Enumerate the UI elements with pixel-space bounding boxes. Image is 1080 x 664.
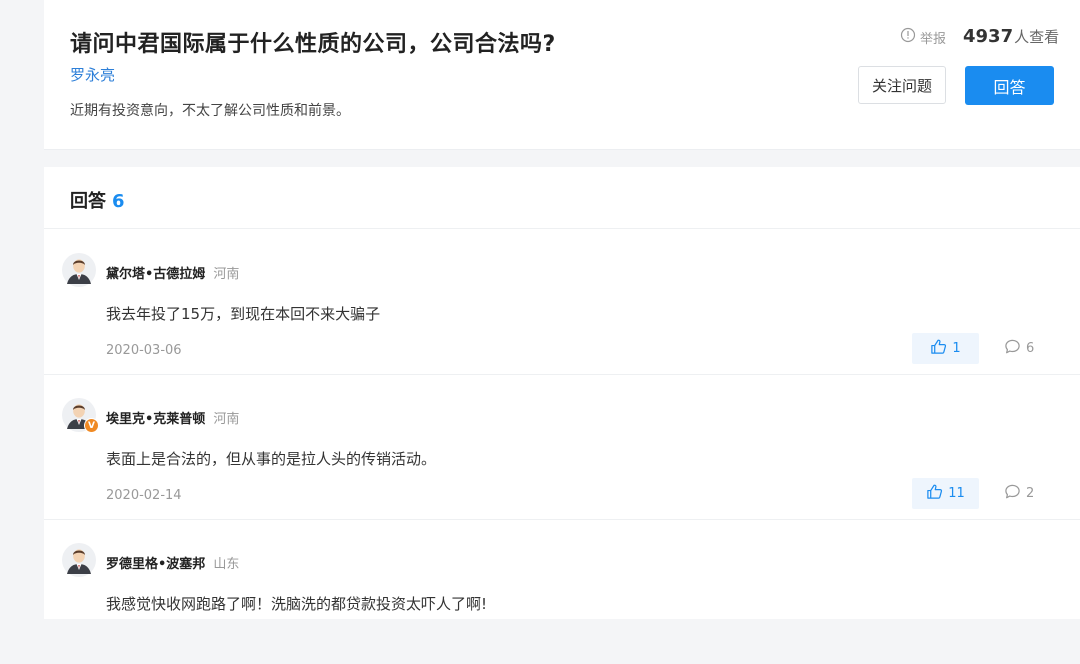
answer-item: 罗德里格•波塞邦 山东 我感觉快收网跑路了啊！洗脑洗的都贷款投资太吓人了啊! <box>44 519 1080 664</box>
answer-author: 罗德里格•波塞邦 山东 <box>106 553 239 572</box>
answer-author-name[interactable]: 罗德里格•波塞邦 <box>106 557 205 572</box>
view-count-number: 4937 <box>963 26 1014 47</box>
answer-author: 黛尔塔•古德拉姆 河南 <box>106 263 239 282</box>
answer-author-name[interactable]: 黛尔塔•古德拉姆 <box>106 267 205 282</box>
follow-question-button[interactable]: 关注问题 <box>858 66 946 104</box>
verified-badge-icon: V <box>84 418 99 433</box>
question-description: 近期有投资意向，不太了解公司性质和前景。 <box>70 103 350 119</box>
like-count: 11 <box>948 486 965 501</box>
answer-text: 我感觉快收网跑路了啊！洗脑洗的都贷款投资太吓人了啊! <box>106 595 488 613</box>
comment-icon <box>1004 338 1021 359</box>
comment-count: 2 <box>1026 486 1035 501</box>
question-card: 请问中君国际属于什么性质的公司，公司合法吗? 罗永亮 近期有投资意向，不太了解公… <box>44 0 1080 150</box>
comment-button[interactable]: 6 <box>1004 333 1034 364</box>
avatar-icon[interactable] <box>62 253 96 287</box>
thumbs-up-icon <box>926 483 943 504</box>
view-count-suffix: 人查看 <box>1014 28 1060 46</box>
answer-date: 2020-02-14 <box>106 488 182 503</box>
report-button[interactable]: 举报 <box>900 27 946 47</box>
answers-heading: 回答 6 <box>70 187 125 213</box>
answer-author-name[interactable]: 埃里克•克莱普顿 <box>106 412 205 427</box>
report-label: 举报 <box>920 31 947 47</box>
answer-text: 表面上是合法的，但从事的是拉人头的传销活动。 <box>106 450 437 468</box>
like-button[interactable]: 11 <box>912 478 979 509</box>
comment-button[interactable]: 2 <box>1004 478 1034 509</box>
info-icon <box>900 27 916 47</box>
answers-count: 6 <box>112 191 125 212</box>
answer-author-region: 山东 <box>213 557 240 572</box>
answer-author: 埃里克•克莱普顿 河南 <box>106 408 239 427</box>
answer-item: 黛尔塔•古德拉姆 河南 我去年投了15万，到现在本回不来大骗子 2020-03-0… <box>44 229 1080 375</box>
like-count: 1 <box>952 341 961 356</box>
avatar-icon[interactable] <box>62 543 96 577</box>
question-title: 请问中君国际属于什么性质的公司，公司合法吗? <box>70 32 556 57</box>
answer-item: V 埃里克•克莱普顿 河南 表面上是合法的，但从事的是拉人头的传销活动。 2020… <box>44 374 1080 520</box>
answers-heading-label: 回答 <box>70 191 106 212</box>
view-count: 4937 人查看 <box>963 26 1059 47</box>
answer-button[interactable]: 回答 <box>965 66 1054 105</box>
answer-author-region: 河南 <box>213 412 240 427</box>
answer-date: 2020-03-06 <box>106 343 182 358</box>
comment-count: 6 <box>1026 341 1035 356</box>
like-button[interactable]: 1 <box>912 333 979 364</box>
comment-icon <box>1004 483 1021 504</box>
answer-author-region: 河南 <box>213 267 240 282</box>
question-author-link[interactable]: 罗永亮 <box>70 64 115 85</box>
thumbs-up-icon <box>930 338 947 359</box>
answer-text: 我去年投了15万，到现在本回不来大骗子 <box>106 305 381 323</box>
answers-card: 回答 6 黛尔塔•古德拉姆 河南 我去年投了15万，到现在本回不来大骗子 2020-… <box>44 167 1080 619</box>
